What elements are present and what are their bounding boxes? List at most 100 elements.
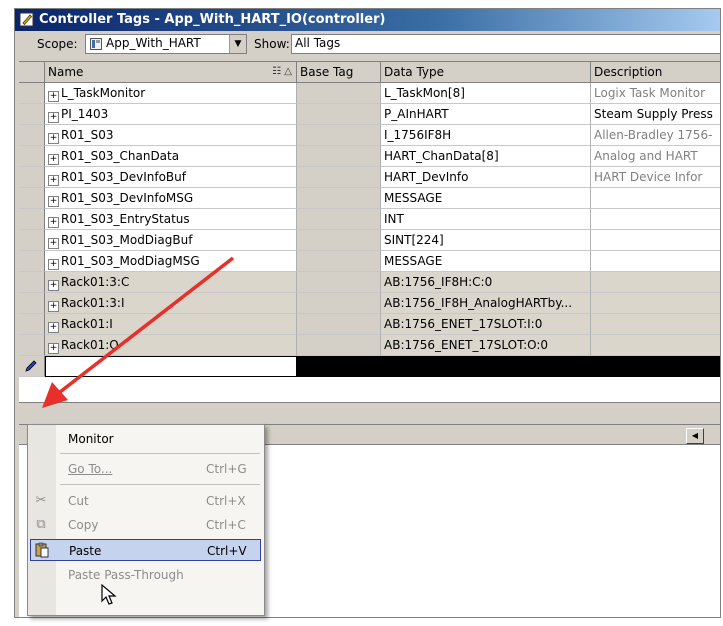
table-row[interactable]: + PI_1403 P_AInHART Steam Supply Press xyxy=(19,104,720,125)
description-cell[interactable]: Steam Supply Press xyxy=(591,104,720,125)
table-row[interactable]: + R01_S03_DevInfoBuf HART_DevInfo HART Devi… xyxy=(19,167,720,188)
table-row[interactable]: + Rack01:3:I AB:1756_IF8H_AnalogHARTby... xyxy=(19,293,720,314)
menu-item-cut[interactable]: ✂ Cut Ctrl+X xyxy=(28,490,264,512)
base-tag-cell[interactable] xyxy=(297,230,381,251)
base-tag-cell[interactable] xyxy=(297,83,381,104)
row-selector[interactable] xyxy=(19,356,45,377)
base-tag-cell[interactable] xyxy=(297,146,381,167)
row-selector[interactable] xyxy=(19,272,45,293)
description-cell[interactable] xyxy=(591,272,720,293)
base-tag-cell[interactable] xyxy=(297,335,381,356)
description-cell[interactable]: Logix Task Monitor xyxy=(591,83,720,104)
expand-icon[interactable]: + xyxy=(48,301,59,312)
expand-icon[interactable]: + xyxy=(48,133,59,144)
table-row[interactable]: + R01_S03_ChanData HART_ChanData[8] Analog … xyxy=(19,146,720,167)
table-row[interactable]: + R01_S03_ModDiagMSG MESSAGE xyxy=(19,251,720,272)
tag-name-cell[interactable]: + R01_S03_ModDiagBuf xyxy=(45,230,297,251)
expand-icon[interactable]: + xyxy=(48,112,59,123)
description-cell[interactable]: Allen-Bradley 1756- xyxy=(591,125,720,146)
header-corner[interactable] xyxy=(19,62,45,83)
menu-item-copy[interactable]: ⧉ Copy Ctrl+C xyxy=(28,514,264,536)
description-cell[interactable] xyxy=(591,251,720,272)
column-header-data-type[interactable]: Data Type xyxy=(381,62,591,83)
table-row[interactable]: + R01_S03_EntryStatus INT xyxy=(19,209,720,230)
expand-icon[interactable]: + xyxy=(48,154,59,165)
data-type-cell[interactable]: INT xyxy=(381,209,591,230)
row-selector[interactable] xyxy=(19,83,45,104)
data-type-cell[interactable]: AB:1756_ENET_17SLOT:O:0 xyxy=(381,335,591,356)
column-header-base-tag[interactable]: Base Tag xyxy=(297,62,381,83)
data-type-cell[interactable]: MESSAGE xyxy=(381,251,591,272)
scope-dropdown[interactable]: App_With_HART ▼ xyxy=(85,34,247,54)
tag-name-cell[interactable]: + Rack01:O xyxy=(45,335,297,356)
data-type-cell[interactable]: SINT[224] xyxy=(381,230,591,251)
row-selector[interactable] xyxy=(19,146,45,167)
tag-name-cell[interactable]: + R01_S03_ChanData xyxy=(45,146,297,167)
data-type-cell[interactable]: AB:1756_IF8H_AnalogHARTby... xyxy=(381,293,591,314)
row-selector[interactable] xyxy=(19,335,45,356)
description-cell[interactable] xyxy=(591,314,720,335)
expand-icon[interactable]: + xyxy=(48,322,59,333)
base-tag-cell[interactable] xyxy=(297,188,381,209)
base-tag-cell[interactable] xyxy=(297,104,381,125)
row-selector[interactable] xyxy=(19,209,45,230)
row-selector[interactable] xyxy=(19,188,45,209)
tag-name-cell[interactable]: + PI_1403 xyxy=(45,104,297,125)
menu-item-go-to[interactable]: Go To... Ctrl+G xyxy=(28,458,264,480)
tag-name-cell[interactable]: + Rack01:I xyxy=(45,314,297,335)
menu-item-paste[interactable]: Paste Ctrl+V xyxy=(30,539,261,561)
column-header-description[interactable]: Description xyxy=(591,62,720,83)
data-type-cell[interactable]: P_AInHART xyxy=(381,104,591,125)
base-tag-cell[interactable] xyxy=(297,293,381,314)
expand-icon[interactable]: + xyxy=(48,343,59,354)
column-header-name[interactable]: Name ☷ △ xyxy=(45,62,297,83)
description-cell[interactable] xyxy=(591,188,720,209)
data-type-cell[interactable]: L_TaskMon[8] xyxy=(381,83,591,104)
data-type-cell[interactable]: MESSAGE xyxy=(381,188,591,209)
description-cell[interactable] xyxy=(591,293,720,314)
data-type-cell[interactable]: AB:1756_ENET_17SLOT:I:0 xyxy=(381,314,591,335)
description-cell[interactable] xyxy=(591,209,720,230)
new-tag-base-cell[interactable] xyxy=(297,356,381,377)
expand-icon[interactable]: + xyxy=(48,238,59,249)
row-selector[interactable] xyxy=(19,167,45,188)
row-selector[interactable] xyxy=(19,230,45,251)
data-type-cell[interactable]: I_1756IF8H xyxy=(381,125,591,146)
table-row[interactable]: + Rack01:O AB:1756_ENET_17SLOT:O:0 xyxy=(19,335,720,356)
base-tag-cell[interactable] xyxy=(297,167,381,188)
base-tag-cell[interactable] xyxy=(297,251,381,272)
description-cell[interactable] xyxy=(591,230,720,251)
table-row[interactable]: + R01_S03_DevInfoMSG MESSAGE xyxy=(19,188,720,209)
description-cell[interactable]: Analog and HART xyxy=(591,146,720,167)
expand-icon[interactable]: + xyxy=(48,91,59,102)
show-filter-dropdown[interactable]: All Tags xyxy=(291,34,720,54)
tag-name-cell[interactable]: + R01_S03_DevInfoBuf xyxy=(45,167,297,188)
table-row[interactable]: + Rack01:I AB:1756_ENET_17SLOT:I:0 xyxy=(19,314,720,335)
tag-name-cell[interactable]: + R01_S03_EntryStatus xyxy=(45,209,297,230)
tag-name-cell[interactable]: + R01_S03 xyxy=(45,125,297,146)
tag-name-cell[interactable]: + R01_S03_DevInfoMSG xyxy=(45,188,297,209)
data-type-cell[interactable]: HART_ChanData[8] xyxy=(381,146,591,167)
scroll-left-icon[interactable]: ◀ xyxy=(686,428,704,444)
data-type-cell[interactable]: AB:1756_IF8H:C:0 xyxy=(381,272,591,293)
row-selector[interactable] xyxy=(19,251,45,272)
new-tag-row[interactable] xyxy=(19,356,720,377)
tag-name-cell[interactable]: + Rack01:3:C xyxy=(45,272,297,293)
base-tag-cell[interactable] xyxy=(297,209,381,230)
row-selector[interactable] xyxy=(19,314,45,335)
table-row[interactable]: + Rack01:3:C AB:1756_IF8H:C:0 xyxy=(19,272,720,293)
tag-name-cell[interactable]: + R01_S03_ModDiagMSG xyxy=(45,251,297,272)
expand-icon[interactable]: + xyxy=(48,217,59,228)
base-tag-cell[interactable] xyxy=(297,272,381,293)
table-row[interactable]: + R01_S03 I_1756IF8H Allen-Bradley 1756- xyxy=(19,125,720,146)
menu-item-monitor[interactable]: Monitor xyxy=(28,428,264,450)
table-row[interactable]: + L_TaskMonitor L_TaskMon[8] Logix Task Mon… xyxy=(19,83,720,104)
new-tag-name-input[interactable] xyxy=(45,356,297,377)
new-tag-type-cell[interactable] xyxy=(381,356,591,377)
row-selector[interactable] xyxy=(19,125,45,146)
base-tag-cell[interactable] xyxy=(297,125,381,146)
expand-icon[interactable]: + xyxy=(48,175,59,186)
expand-icon[interactable]: + xyxy=(48,280,59,291)
chevron-down-icon[interactable]: ▼ xyxy=(229,35,246,53)
table-row[interactable]: + R01_S03_ModDiagBuf SINT[224] xyxy=(19,230,720,251)
